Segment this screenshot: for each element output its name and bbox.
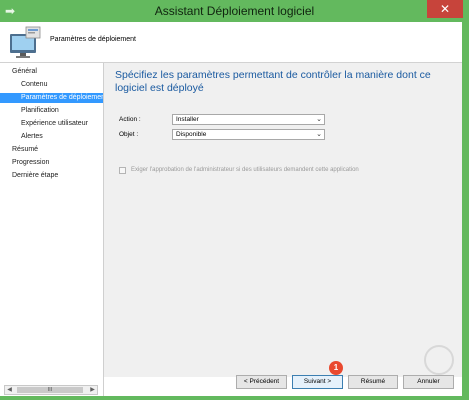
approval-checkbox[interactable] bbox=[119, 167, 126, 174]
objet-select[interactable]: Disponible ⌄ bbox=[172, 129, 325, 140]
chevron-down-icon: ⌄ bbox=[316, 116, 322, 123]
sidebar-item-planification[interactable]: Planification bbox=[0, 106, 103, 116]
sidebar-item-alertes[interactable]: Alertes bbox=[0, 132, 103, 142]
approval-checkbox-label: Exiger l'approbation de l'administrateur… bbox=[131, 167, 359, 173]
sidebar-horizontal-scrollbar[interactable]: ◀ III ▶ bbox=[4, 385, 98, 395]
objet-select-value: Disponible bbox=[176, 131, 207, 138]
window-titlebar: ➡ Assistant Déploiement logiciel ✕ bbox=[0, 0, 469, 22]
wizard-header: Paramètres de déploiement bbox=[0, 22, 469, 63]
scroll-thumb[interactable]: III bbox=[17, 387, 83, 393]
scroll-left-icon[interactable]: ◀ bbox=[5, 386, 14, 394]
window-title: Assistant Déploiement logiciel bbox=[154, 4, 315, 18]
summary-button[interactable]: Résumé bbox=[348, 375, 398, 389]
page-title: Paramètres de déploiement bbox=[50, 36, 136, 43]
wizard-content: Spécifiez les paramètres permettant de c… bbox=[104, 63, 462, 377]
sidebar-item-contenu[interactable]: Contenu bbox=[0, 80, 103, 90]
sidebar-item-parametres-deploiement[interactable]: Paramètres de déploiement bbox=[0, 93, 103, 103]
scroll-right-icon[interactable]: ▶ bbox=[88, 386, 97, 394]
watermark-logo bbox=[424, 345, 454, 375]
chevron-down-icon: ⌄ bbox=[316, 131, 322, 138]
next-button[interactable]: Suivant > bbox=[292, 375, 343, 389]
cancel-button[interactable]: Annuler bbox=[403, 375, 454, 389]
sidebar-item-resume[interactable]: Résumé bbox=[0, 145, 103, 155]
sidebar-item-progression[interactable]: Progression bbox=[0, 158, 103, 168]
previous-button[interactable]: < Précédent bbox=[236, 375, 287, 389]
step-annotation-badge: 1 bbox=[329, 361, 343, 375]
sidebar-item-derniere-etape[interactable]: Dernière étape bbox=[0, 171, 103, 181]
action-select-value: Installer bbox=[176, 116, 199, 123]
wizard-sidebar: Général Contenu Paramètres de déploiemen… bbox=[0, 63, 104, 400]
sidebar-item-general[interactable]: Général bbox=[0, 67, 103, 77]
action-select[interactable]: Installer ⌄ bbox=[172, 114, 325, 125]
window-frame-right bbox=[462, 22, 469, 400]
objet-label: Objet : bbox=[119, 131, 139, 138]
close-button[interactable]: ✕ bbox=[427, 0, 463, 18]
action-label: Action : bbox=[119, 116, 141, 123]
window-frame-bottom bbox=[0, 396, 469, 400]
section-heading: Spécifiez les paramètres permettant de c… bbox=[115, 69, 431, 94]
computer-install-icon bbox=[10, 26, 41, 58]
sidebar-item-experience-utilisateur[interactable]: Expérience utilisateur bbox=[0, 119, 103, 129]
